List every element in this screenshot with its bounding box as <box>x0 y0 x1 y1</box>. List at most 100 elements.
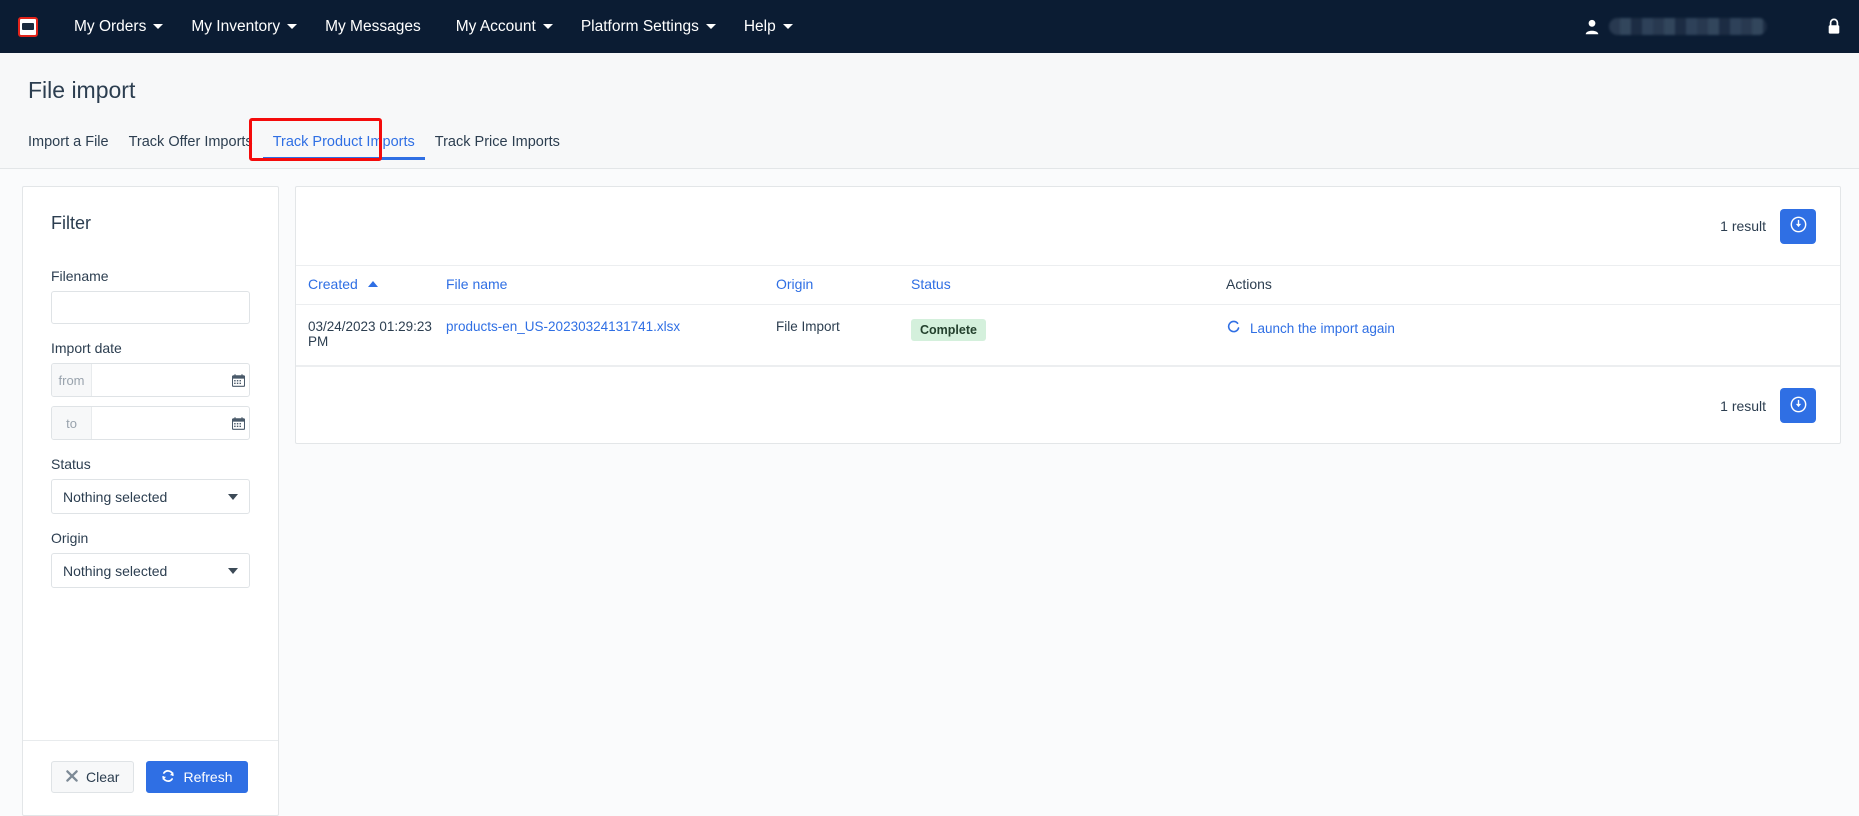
column-header-file-name-label: File name <box>446 276 507 292</box>
tab-track-offer-imports-label: Track Offer Imports <box>129 134 253 150</box>
status-label: Status <box>51 456 250 472</box>
origin-select-value: Nothing selected <box>63 563 167 579</box>
imports-table-body: 03/24/2023 01:29:23 PM products-en_US-20… <box>296 305 1840 366</box>
lock-icon[interactable] <box>1827 18 1841 35</box>
chevron-down-icon <box>153 24 163 29</box>
column-header-origin-label: Origin <box>776 276 813 292</box>
column-header-status[interactable]: Status <box>911 266 1226 305</box>
import-date-label: Import date <box>51 340 250 356</box>
origin-label: Origin <box>51 530 250 546</box>
page-title: File import <box>28 77 1831 104</box>
chevron-down-icon <box>228 494 238 500</box>
download-button-bottom[interactable] <box>1780 388 1816 423</box>
chevron-down-icon <box>783 24 793 29</box>
clear-button[interactable]: Clear <box>51 761 134 793</box>
result-count-bottom: 1 result <box>1720 398 1766 414</box>
filename-input[interactable] <box>51 291 250 324</box>
page-body: Filter Filename Import date from <box>0 169 1859 816</box>
import-date-to-prefix: to <box>52 407 92 439</box>
results-toolbar-top: 1 result <box>296 187 1840 265</box>
chevron-down-icon <box>706 24 716 29</box>
chevron-down-icon <box>228 568 238 574</box>
nav-item-my-orders[interactable]: My Orders <box>60 0 177 53</box>
cell-status: Complete <box>911 305 1226 366</box>
nav-item-platform-settings[interactable]: Platform Settings <box>567 0 730 53</box>
filter-title: Filter <box>51 213 250 234</box>
column-header-status-label: Status <box>911 276 951 292</box>
nav-item-help-label: Help <box>744 18 776 36</box>
nav-item-my-inventory[interactable]: My Inventory <box>177 0 311 53</box>
filter-panel-footer: Clear Refresh <box>23 740 278 815</box>
tab-track-offer-imports[interactable]: Track Offer Imports <box>119 130 263 160</box>
table-row: 03/24/2023 01:29:23 PM products-en_US-20… <box>296 305 1840 366</box>
nav-item-my-account[interactable]: My Account <box>442 0 567 53</box>
table-header-row: Created File name Origin Status Actions <box>296 266 1840 305</box>
results-toolbar-bottom: 1 result <box>296 366 1840 444</box>
top-navbar: My Orders My Inventory My Messages My Ac… <box>0 0 1859 53</box>
cell-created: 03/24/2023 01:29:23 PM <box>296 305 446 366</box>
sort-ascending-icon <box>368 281 378 287</box>
nav-item-my-messages[interactable]: My Messages <box>311 0 442 53</box>
origin-select[interactable]: Nothing selected <box>51 553 250 588</box>
nav-item-my-inventory-label: My Inventory <box>191 18 280 36</box>
import-date-from-prefix: from <box>52 364 92 396</box>
tab-bar: Import a File Track Offer Imports Track … <box>28 130 1831 160</box>
refresh-icon <box>1226 319 1241 337</box>
tab-track-price-imports[interactable]: Track Price Imports <box>425 130 570 160</box>
filename-label: Filename <box>51 268 250 284</box>
status-select-value: Nothing selected <box>63 489 167 505</box>
status-field-group: Status Nothing selected <box>51 456 250 514</box>
nav-item-help[interactable]: Help <box>730 0 807 53</box>
nav-item-my-account-label: My Account <box>456 18 536 36</box>
clear-button-label: Clear <box>86 769 119 785</box>
origin-field-group: Origin Nothing selected <box>51 530 250 588</box>
refresh-icon <box>161 769 175 786</box>
brand-logo-mark <box>22 23 34 30</box>
tab-import-a-file-label: Import a File <box>28 134 109 150</box>
refresh-button-label: Refresh <box>183 769 232 785</box>
launch-import-again-action[interactable]: Launch the import again <box>1226 319 1840 337</box>
import-date-from-row: from <box>51 363 250 397</box>
nav-item-my-orders-label: My Orders <box>74 18 146 36</box>
calendar-icon[interactable] <box>229 364 249 396</box>
nav-item-platform-settings-label: Platform Settings <box>581 18 699 36</box>
filter-panel-body: Filter Filename Import date from <box>23 187 278 740</box>
calendar-icon[interactable] <box>229 407 249 439</box>
column-header-actions-label: Actions <box>1226 276 1272 292</box>
cell-origin: File Import <box>776 305 911 366</box>
chevron-down-icon <box>287 24 297 29</box>
username-redacted[interactable] <box>1609 18 1767 35</box>
import-date-to-input[interactable] <box>92 407 229 439</box>
download-circle-icon <box>1790 216 1807 236</box>
download-circle-icon <box>1790 396 1807 416</box>
column-header-created-label: Created <box>308 276 358 292</box>
column-header-actions: Actions <box>1226 266 1840 305</box>
import-date-from-input[interactable] <box>92 364 229 396</box>
tab-track-product-imports[interactable]: Track Product Imports <box>263 130 425 160</box>
column-header-origin[interactable]: Origin <box>776 266 911 305</box>
nav-item-my-messages-label: My Messages <box>325 18 421 36</box>
import-date-to-row: to <box>51 406 250 440</box>
refresh-button[interactable]: Refresh <box>146 761 247 793</box>
navbar-right-group <box>1585 18 1841 35</box>
tab-track-product-imports-label: Track Product Imports <box>273 134 415 150</box>
download-button-top[interactable] <box>1780 209 1816 244</box>
results-panel: 1 result Created <box>295 186 1841 444</box>
file-name-link[interactable]: products-en_US-20230324131741.xlsx <box>446 319 680 334</box>
imports-table: Created File name Origin Status Actions <box>296 265 1840 366</box>
status-select[interactable]: Nothing selected <box>51 479 250 514</box>
cell-file-name: products-en_US-20230324131741.xlsx <box>446 305 776 366</box>
filename-field-group: Filename <box>51 268 250 324</box>
user-icon <box>1585 19 1599 35</box>
column-header-created[interactable]: Created <box>296 266 446 305</box>
tab-import-a-file[interactable]: Import a File <box>28 130 119 160</box>
chevron-down-icon <box>543 24 553 29</box>
status-badge: Complete <box>911 319 986 341</box>
launch-import-again-link[interactable]: Launch the import again <box>1250 321 1395 336</box>
page-header: File import Import a File Track Offer Im… <box>0 53 1859 169</box>
tab-track-price-imports-label: Track Price Imports <box>435 134 560 150</box>
close-x-icon <box>66 769 78 785</box>
column-header-file-name[interactable]: File name <box>446 266 776 305</box>
cell-actions: Launch the import again <box>1226 305 1840 366</box>
brand-logo-icon[interactable] <box>18 17 38 37</box>
